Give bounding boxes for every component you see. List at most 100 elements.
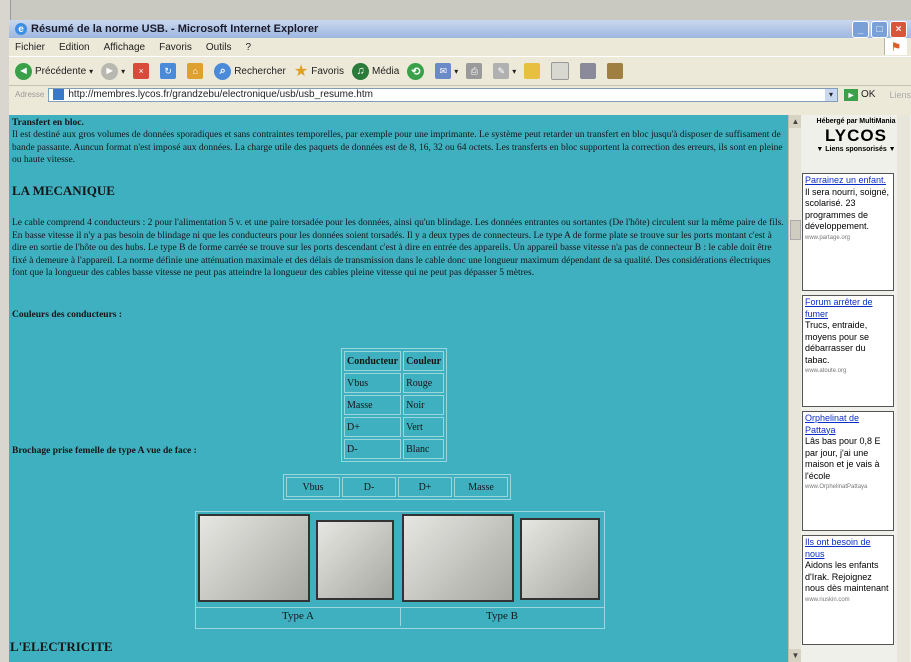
- electricite-heading: L'ELECTRICITE: [10, 639, 113, 654]
- connector-images-table: Type A Type B: [195, 511, 605, 629]
- media-button[interactable]: ♫ Média: [352, 62, 400, 80]
- stop-icon: ×: [133, 63, 150, 79]
- table-cell: Vbus: [286, 477, 340, 497]
- ad-item[interactable]: Orphelinat de Pattaya Lâs bas pour 0,8 E…: [802, 411, 894, 531]
- mecanique-heading: LA MECANIQUE: [12, 183, 115, 198]
- print-button[interactable]: ⎙: [466, 63, 485, 79]
- back-label: Précédente: [35, 65, 87, 77]
- back-arrow-icon: ◄: [15, 62, 32, 80]
- search-label: Rechercher: [234, 65, 286, 77]
- maximize-icon[interactable]: □: [871, 21, 888, 38]
- table-cell: Masse: [344, 395, 402, 415]
- ad-url[interactable]: www.atoute.org: [805, 366, 891, 378]
- favorites-button[interactable]: ★ Favoris: [294, 61, 344, 81]
- table-header-row: Conducteur Couleur: [344, 351, 445, 371]
- forward-dropdown-icon[interactable]: ▾: [121, 67, 125, 76]
- page-scrollbar[interactable]: ▲ ▼: [788, 115, 802, 662]
- menu-outils[interactable]: Outils: [206, 42, 232, 53]
- address-url: http://membres.lycos.fr/grandzebu/electr…: [68, 89, 373, 100]
- ad-url[interactable]: www.partage.org: [805, 233, 891, 245]
- address-bar: Adresse http://membres.lycos.fr/grandzeb…: [9, 86, 911, 103]
- ad-text: Il sera nourri, soigné, scolarisé. 23 pr…: [805, 186, 890, 232]
- ad-item[interactable]: Ils ont besoin de nous Aidons les enfant…: [802, 535, 894, 645]
- table-cell: D+: [398, 477, 452, 497]
- table-cell: Vbus: [344, 373, 402, 393]
- table-row: D- Blanc: [344, 439, 445, 459]
- lycos-logo[interactable]: LYCOS: [801, 126, 911, 146]
- menu-affichage[interactable]: Affichage: [104, 42, 146, 53]
- window-title: Résumé de la norme USB. - Microsoft Inte…: [31, 23, 319, 35]
- address-label: Adresse: [15, 90, 45, 99]
- document-button[interactable]: [551, 62, 572, 80]
- edit-dropdown-icon[interactable]: ▾: [512, 67, 516, 76]
- print-icon: ⎙: [466, 63, 483, 79]
- favorites-label: Favoris: [311, 65, 345, 77]
- search-button[interactable]: ⌕ Rechercher: [214, 62, 286, 80]
- home-button[interactable]: ⌂: [187, 63, 206, 79]
- menu-help[interactable]: ?: [245, 42, 251, 53]
- table-row: D+ Vert: [344, 417, 445, 437]
- menu-fichier[interactable]: Fichier: [15, 42, 45, 53]
- close-icon[interactable]: ×: [890, 21, 907, 38]
- ad-url[interactable]: www.nuskin.com: [805, 595, 891, 607]
- links-label[interactable]: Liens: [889, 90, 911, 100]
- history-icon: ⟲: [407, 62, 425, 80]
- conductors-table: Conducteur Couleur Vbus Rouge Masse Noir…: [341, 348, 448, 462]
- table-row: Masse Noir: [344, 395, 445, 415]
- ie-logo-icon: e: [15, 23, 27, 35]
- folder-button[interactable]: [524, 63, 543, 79]
- type-a-label: Type A: [282, 610, 314, 622]
- ads-sidebar: Hébergé par MultiMania LYCOS ▼ Liens spo…: [801, 115, 911, 662]
- couleurs-title: Couleurs des conducteurs :: [12, 310, 123, 320]
- ad-item[interactable]: Forum arrêter de fumer Trucs, entraide, …: [802, 295, 894, 407]
- go-label: OK: [861, 89, 876, 100]
- ad-item[interactable]: Parrainez un enfant. Il sera nourri, soi…: [802, 173, 894, 291]
- refresh-button[interactable]: ↻: [160, 63, 179, 79]
- browser-window: e Résumé de la norme USB. - Microsoft In…: [9, 20, 911, 662]
- mecanique-text: Le cable comprend 4 conducteurs : 2 pour…: [12, 218, 784, 278]
- menu-edition[interactable]: Edition: [59, 42, 90, 53]
- stop-button[interactable]: ×: [133, 63, 152, 79]
- ad-title[interactable]: Ils ont besoin de nous: [805, 537, 891, 560]
- table-cell: D-: [344, 439, 402, 459]
- minimize-icon[interactable]: _: [852, 21, 869, 38]
- mail-dropdown-icon[interactable]: ▾: [454, 67, 458, 76]
- ads-scrollbar[interactable]: [897, 115, 910, 662]
- scroll-thumb[interactable]: [790, 220, 801, 240]
- table-cell: Noir: [403, 395, 445, 415]
- table-header: Conducteur: [344, 351, 402, 371]
- address-dropdown-icon[interactable]: ▾: [825, 88, 838, 101]
- folder-icon: [524, 63, 541, 79]
- tools-button[interactable]: [607, 63, 626, 79]
- back-button[interactable]: ◄ Précédente ▾: [15, 62, 93, 80]
- ad-title[interactable]: Orphelinat de Pattaya: [805, 413, 891, 436]
- document-icon: [551, 62, 570, 80]
- ad-text: Aidons les enfants d'Irak. Rejoignez nou…: [805, 560, 889, 593]
- transfer-title: Transfert en bloc.: [12, 118, 84, 128]
- edit-button[interactable]: ✎ ▾: [493, 63, 516, 79]
- table-cell: D-: [342, 477, 396, 497]
- usb-type-a-socket-image: [316, 520, 394, 600]
- usb-type-b-plug-image: [402, 514, 514, 602]
- history-button[interactable]: ⟲: [407, 62, 427, 80]
- table-cell: Rouge: [403, 373, 445, 393]
- ad-url[interactable]: www.OrphelinatPattaya: [805, 482, 891, 494]
- messenger-button[interactable]: [580, 63, 599, 79]
- title-bar: e Résumé de la norme USB. - Microsoft In…: [9, 20, 911, 38]
- brochage-title: Brochage prise femelle de type A vue de …: [12, 446, 197, 456]
- menu-favoris[interactable]: Favoris: [159, 42, 192, 53]
- ad-text: Lâs bas pour 0,8 E par jour, j'ai une ma…: [805, 436, 881, 481]
- messenger-icon: [580, 63, 597, 79]
- forward-button[interactable]: ► ▾: [101, 62, 125, 80]
- mail-button[interactable]: ✉ ▾: [435, 63, 458, 79]
- table-cell: Vert: [403, 417, 445, 437]
- back-dropdown-icon[interactable]: ▾: [89, 67, 93, 76]
- ad-title[interactable]: Parrainez un enfant.: [805, 175, 891, 187]
- address-input[interactable]: http://membres.lycos.fr/grandzebu/electr…: [48, 87, 839, 102]
- go-button[interactable]: ► OK: [844, 88, 876, 101]
- table-header: Couleur: [403, 351, 445, 371]
- media-label: Média: [372, 65, 400, 77]
- window-controls: _ □ ×: [852, 21, 907, 38]
- ad-title[interactable]: Forum arrêter de fumer: [805, 297, 891, 320]
- type-b-label: Type B: [486, 610, 518, 622]
